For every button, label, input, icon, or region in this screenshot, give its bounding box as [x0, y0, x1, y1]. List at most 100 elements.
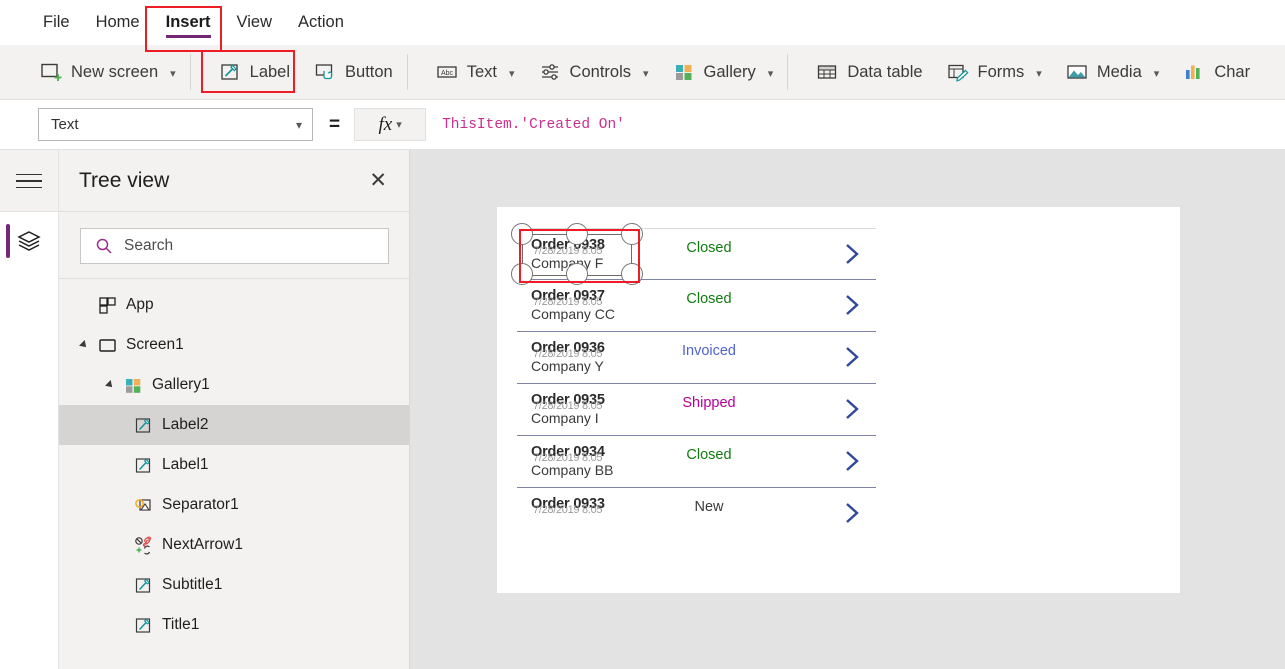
next-arrow-icon[interactable]	[840, 396, 864, 422]
tree-node-gallery1[interactable]: Gallery1	[59, 365, 409, 405]
forms-button[interactable]: Forms ▾	[935, 52, 1054, 92]
gallery-row-created-on-label: 7/28/2019 8:05	[533, 400, 603, 412]
equals-sign: =	[329, 113, 341, 135]
tree-view-list: App Screen1 Gallery1 Label2 Label1 Separ…	[59, 279, 409, 645]
close-icon[interactable]: ✕	[369, 170, 387, 191]
tree-node-app[interactable]: App	[59, 285, 409, 325]
media-button[interactable]: Media ▾	[1054, 52, 1171, 92]
menu-item-insert[interactable]: Insert	[153, 0, 224, 45]
text-button-label: Text	[466, 62, 498, 81]
hamburger-menu-button[interactable]	[0, 150, 58, 212]
nextarrow-icon	[134, 536, 153, 555]
ribbon-group-insert: Label Button	[193, 45, 405, 100]
search-icon	[95, 237, 113, 255]
formula-input[interactable]: ThisItem .'Created On'	[426, 108, 1285, 141]
tree-node-label2[interactable]: Label2	[59, 405, 409, 445]
gallery-row-subtitle: Company Y	[531, 358, 604, 374]
menu-bar: File Home Insert View Action	[0, 0, 1285, 45]
chevron-down-icon: ▾	[396, 119, 402, 131]
tree-node-nextarrow1[interactable]: NextArrow1	[59, 525, 409, 565]
label-icon	[134, 456, 153, 475]
chevron-down-icon: ▾	[170, 67, 176, 80]
next-arrow-icon[interactable]	[840, 292, 864, 318]
gallery-row[interactable]: Order 0935 Company I 7/28/2019 8:05 Ship…	[517, 384, 876, 436]
menu-item-home[interactable]: Home	[83, 0, 153, 45]
ribbon-group-data: Data table Forms ▾ Media ▾ Char	[790, 45, 1262, 100]
gallery-row-status: Closed	[686, 291, 732, 307]
resize-handle-sw[interactable]	[511, 263, 533, 285]
property-selector[interactable]: Text ▾	[38, 108, 313, 141]
gallery-row[interactable]: Order 0937 Company CC 7/28/2019 8:05 Clo…	[517, 280, 876, 332]
resize-handle-ne[interactable]	[621, 223, 643, 245]
search-input[interactable]: Search	[80, 228, 389, 264]
charts-button[interactable]: Char	[1171, 52, 1262, 92]
tree-node-screen1[interactable]: Screen1	[59, 325, 409, 365]
ribbon-group-screens: New screen ▾	[0, 45, 188, 100]
tree-node-label1[interactable]: Label1	[59, 445, 409, 485]
resize-handle-n[interactable]	[566, 223, 588, 245]
gallery-row-subtitle: Company I	[531, 410, 599, 426]
gallery-button[interactable]: Gallery ▾	[661, 52, 786, 92]
menu-item-action[interactable]: Action	[285, 0, 357, 45]
app-screen-canvas[interactable]: Order 0938 Company F 7/28/2019 8:05 Clos…	[497, 207, 1180, 593]
resize-handle-nw[interactable]	[511, 223, 533, 245]
gallery-row[interactable]: Order 0936 Company Y 7/28/2019 8:05 Invo…	[517, 332, 876, 384]
media-image-icon	[1066, 61, 1088, 83]
gallery-grid-icon	[673, 61, 695, 83]
button-button[interactable]: Button	[302, 52, 405, 92]
app-icon	[98, 296, 117, 315]
label-icon	[134, 616, 153, 635]
gallery-row-subtitle: Company CC	[531, 306, 616, 322]
new-screen-button[interactable]: New screen ▾	[28, 52, 188, 92]
gallery-row-created-on-label: 7/28/2019 8:05	[533, 504, 603, 516]
separator-icon	[134, 496, 153, 515]
menu-item-view[interactable]: View	[224, 0, 285, 45]
twisty-expanded-icon[interactable]	[79, 340, 89, 350]
ribbon-divider	[787, 54, 789, 90]
gallery-row-status: New	[694, 499, 724, 515]
next-arrow-icon[interactable]	[840, 344, 864, 370]
label-icon	[134, 576, 153, 595]
tree-node-subtitle1[interactable]: Subtitle1	[59, 565, 409, 605]
twisty-expanded-icon[interactable]	[105, 380, 115, 390]
tree-node-label: App	[126, 296, 154, 313]
next-arrow-icon[interactable]	[840, 241, 864, 267]
next-arrow-icon[interactable]	[840, 448, 864, 474]
fx-button[interactable]: fx ▾	[354, 108, 427, 141]
resize-handle-s[interactable]	[566, 263, 588, 285]
property-selector-value: Text	[51, 116, 79, 133]
gallery-row-status: Closed	[686, 240, 732, 256]
left-rail	[0, 150, 59, 669]
tree-node-label: Screen1	[126, 336, 184, 353]
tree-node-title1[interactable]: Title1	[59, 605, 409, 645]
powerapps-studio-window: File Home Insert View Action New screen …	[0, 0, 1285, 669]
tree-view-header: Tree view ✕	[59, 150, 409, 212]
forms-button-label: Forms	[977, 62, 1025, 81]
tree-node-label: Subtitle1	[162, 576, 223, 593]
gallery-row-status: Shipped	[682, 395, 736, 411]
tree-node-label: NextArrow1	[162, 536, 243, 553]
controls-sliders-icon	[539, 61, 561, 83]
controls-button[interactable]: Controls ▾	[527, 52, 661, 92]
data-table-button[interactable]: Data table	[804, 52, 934, 92]
text-abc-icon: Abc	[436, 61, 458, 83]
canvas-area: Order 0938 Company F 7/28/2019 8:05 Clos…	[410, 150, 1285, 669]
screen-icon	[98, 336, 117, 355]
label-button[interactable]: Label	[207, 52, 302, 92]
tree-view-title: Tree view	[79, 168, 170, 192]
tree-node-label: Label1	[162, 456, 209, 473]
menu-item-file[interactable]: File	[30, 0, 83, 45]
controls-button-label: Controls	[569, 62, 631, 81]
charts-button-label: Char	[1214, 62, 1251, 81]
charts-icon	[1183, 61, 1205, 83]
gallery-row[interactable]: Order 0934 Company BB 7/28/2019 8:05 Clo…	[517, 436, 876, 488]
text-button[interactable]: Abc Text ▾	[424, 52, 527, 92]
resize-handle-se[interactable]	[621, 263, 643, 285]
gallery-row-status: Invoiced	[681, 343, 736, 359]
data-table-label: Data table	[847, 62, 923, 81]
next-arrow-icon[interactable]	[840, 500, 864, 526]
rail-item-tree-view[interactable]	[0, 212, 58, 270]
gallery-row-subtitle: Company BB	[531, 462, 614, 478]
gallery-row[interactable]: Order 0933 7/28/2019 8:05 New	[517, 488, 876, 536]
tree-node-separator1[interactable]: Separator1	[59, 485, 409, 525]
